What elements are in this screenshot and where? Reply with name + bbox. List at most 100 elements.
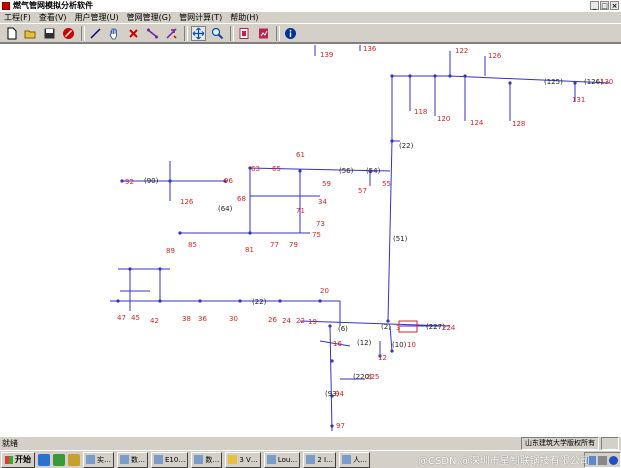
task-item-3[interactable]: E10… <box>151 451 189 468</box>
split-pipe-button[interactable] <box>164 26 179 41</box>
help-icon[interactable] <box>609 455 618 465</box>
draw-pipe-button[interactable] <box>88 26 103 41</box>
menu-help[interactable]: 帮助(H) <box>226 12 262 23</box>
menu-project[interactable]: 工程(F) <box>0 12 35 23</box>
network-node[interactable] <box>158 299 162 303</box>
app-icon <box>194 455 204 464</box>
toolbar-separator <box>184 25 188 41</box>
save-button[interactable] <box>42 26 57 41</box>
network-node[interactable] <box>238 299 242 303</box>
close-button[interactable]: × <box>610 1 619 10</box>
network-node[interactable] <box>433 74 437 78</box>
network-node[interactable] <box>508 81 512 85</box>
pipe-label: (6) <box>338 325 348 333</box>
task-item-5[interactable]: 3 V… <box>225 451 261 468</box>
task-item-2[interactable]: 数… <box>117 451 148 468</box>
app-icon <box>2 2 10 10</box>
pipe-network-drawing[interactable]: (125) (126)(90)(56) (54)(64)(51)(6) (2)(12)… <box>0 44 621 437</box>
node-label: 22 <box>296 317 305 325</box>
network-node[interactable] <box>128 267 132 271</box>
explorer-icon[interactable] <box>53 453 65 466</box>
task-item-4[interactable]: 数… <box>191 451 223 468</box>
pipe-segment[interactable] <box>387 76 393 322</box>
hand-icon <box>109 28 117 39</box>
move-button[interactable] <box>191 25 206 41</box>
network-node[interactable] <box>168 179 172 183</box>
open-folder-icon <box>24 30 36 38</box>
network-node[interactable] <box>178 231 182 235</box>
open-button[interactable] <box>23 26 38 41</box>
task-item-1[interactable]: 实… <box>83 451 114 468</box>
node-label: 89 <box>166 247 175 255</box>
menu-user-management[interactable]: 用户管理(U) <box>71 12 123 23</box>
node-label: 63 <box>251 165 260 173</box>
node-label: 120 <box>437 115 450 123</box>
node-label: 96 <box>224 177 233 185</box>
pan-button[interactable] <box>107 26 122 41</box>
network-node[interactable] <box>318 299 322 303</box>
zoom-button[interactable] <box>210 26 225 41</box>
network-node[interactable] <box>116 299 120 303</box>
task-item-7[interactable]: 2 I… <box>303 451 337 468</box>
task-item-8[interactable]: 人… <box>339 451 371 468</box>
network-node[interactable] <box>278 299 282 303</box>
ie-icon[interactable] <box>38 453 50 466</box>
node-label: 36 <box>198 315 207 323</box>
delete-button[interactable] <box>126 26 141 41</box>
watermark-text: @CSDN @深圳市星制联锅技有限公司 <box>418 456 590 467</box>
menu-network-calculation[interactable]: 管网计算(T) <box>175 12 226 23</box>
delete-icon <box>129 28 138 38</box>
network-node[interactable] <box>573 81 577 85</box>
toolbar-separator <box>230 25 234 41</box>
node-label: 139 <box>320 51 333 59</box>
app-icon <box>342 455 352 464</box>
task-item-6[interactable]: Lou… <box>263 451 301 468</box>
node-label: 12 <box>378 354 387 362</box>
network-node[interactable] <box>448 74 452 78</box>
volume-icon[interactable] <box>598 455 607 465</box>
pipe-label: (51) <box>393 235 408 243</box>
task-label: Lou… <box>277 455 298 464</box>
connect-nodes-button[interactable] <box>145 26 160 41</box>
node-label: 130 <box>600 78 613 86</box>
app-icon <box>266 455 276 464</box>
network-node[interactable] <box>298 169 302 173</box>
report-button[interactable] <box>237 26 252 41</box>
network-node[interactable] <box>408 74 412 78</box>
task-label: 人… <box>353 455 368 464</box>
pipe-segment[interactable] <box>392 75 611 84</box>
chart-report-button[interactable] <box>256 26 271 41</box>
network-node[interactable] <box>158 267 162 271</box>
pipe-segment[interactable] <box>329 325 333 432</box>
network-node[interactable] <box>390 74 394 78</box>
menu-view[interactable]: 查看(V) <box>35 12 71 23</box>
node-label: 47 <box>117 314 126 322</box>
new-file-button[interactable] <box>4 26 19 41</box>
media-icon[interactable] <box>68 453 80 466</box>
network-node[interactable] <box>328 324 332 328</box>
maximize-button[interactable]: □ <box>600 1 609 10</box>
network-node[interactable] <box>120 179 124 183</box>
start-button[interactable]: 开始 <box>1 451 35 468</box>
node-label: 30 <box>229 315 238 323</box>
minimize-button[interactable]: _ <box>590 1 599 10</box>
stop-button[interactable] <box>61 26 76 41</box>
network-node[interactable] <box>198 299 202 303</box>
node-label: 42 <box>150 317 159 325</box>
network-node[interactable] <box>390 349 394 353</box>
network-node[interactable] <box>390 139 394 143</box>
status-bar: 就绪 山东建筑大学版权所有 <box>0 436 621 450</box>
network-canvas[interactable]: (125) (126) (90) (56) (54) (64) (51) (6) (2) (12)… <box>0 43 621 437</box>
node-label: 59 <box>322 180 331 188</box>
node-label: 24 <box>282 317 291 325</box>
network-node[interactable] <box>330 424 334 428</box>
node-label: 61 <box>296 151 305 159</box>
node-label: 19 <box>308 318 317 326</box>
network-node[interactable] <box>248 231 252 235</box>
node-label: 3 <box>396 324 400 332</box>
menu-bar: 工程(F) 查看(V) 用户管理(U) 管网管理(G) 管网计算(T) 帮助(H… <box>0 12 621 23</box>
menu-network-management[interactable]: 管网管理(G) <box>123 12 175 23</box>
network-node[interactable] <box>330 359 334 363</box>
network-node[interactable] <box>463 74 467 78</box>
about-button[interactable] <box>283 26 298 41</box>
